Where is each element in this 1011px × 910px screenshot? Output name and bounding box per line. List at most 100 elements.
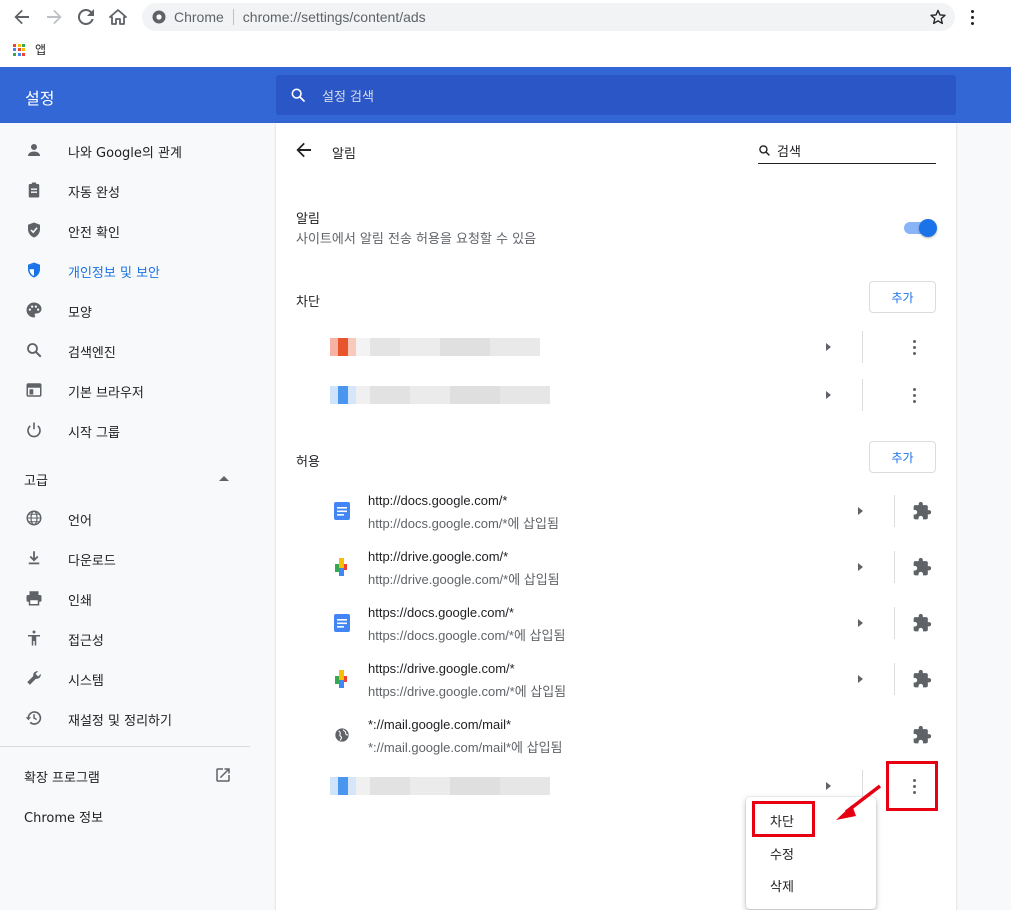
- puzzle-icon: [912, 725, 932, 745]
- add-allowed-button[interactable]: 추가: [869, 441, 936, 473]
- sidebar-item-autofill[interactable]: 자동 완성: [0, 170, 276, 210]
- docs-icon: [332, 501, 352, 521]
- sidebar-item-default-browser[interactable]: 기본 브라우저: [0, 370, 276, 410]
- back-arrow-icon: [296, 142, 311, 158]
- open-in-new-icon[interactable]: [214, 766, 232, 788]
- sidebar-item-label: 시스템: [68, 674, 104, 689]
- sidebar-item-system[interactable]: 시스템: [0, 658, 276, 698]
- bookmarks-bar: [0, 34, 1011, 67]
- sidebar-item-languages[interactable]: 언어: [0, 498, 276, 538]
- search-icon: [24, 340, 44, 360]
- palette-icon: [24, 300, 44, 320]
- browser-menu-button[interactable]: [960, 5, 984, 29]
- chevron-right-icon[interactable]: [826, 391, 831, 399]
- sidebar-item-label: 검색엔진: [68, 346, 116, 361]
- reload-button[interactable]: [74, 5, 98, 29]
- menu-item-edit[interactable]: 수정: [770, 844, 794, 863]
- chevron-right-icon[interactable]: [858, 507, 863, 515]
- sidebar-item-label: 재설정 및 정리하기: [68, 714, 172, 729]
- globe-icon: [332, 725, 352, 745]
- home-button[interactable]: [106, 5, 130, 29]
- notifications-option-title: 알림: [296, 212, 320, 227]
- row-divider: [894, 663, 895, 695]
- sidebar-item-downloads[interactable]: 다운로드: [0, 538, 276, 578]
- menu-item-remove[interactable]: 삭제: [770, 876, 794, 895]
- highlight-block-item: [752, 801, 815, 837]
- puzzle-icon: [912, 669, 932, 689]
- sidebar-item-accessibility[interactable]: 접근성: [0, 618, 276, 658]
- allowed-site-redacted[interactable]: [330, 777, 550, 795]
- sidebar-item-label: 인쇄: [68, 594, 92, 609]
- sidebar-item-search-engine[interactable]: 검색엔진: [0, 330, 276, 370]
- settings-sidebar: 나와 Google의 관계 자동 완성 안전 확인 개인정보 및 보안 모양 검…: [0, 123, 276, 910]
- sidebar-divider: [0, 746, 250, 747]
- person-icon: [24, 140, 44, 160]
- about-chrome-link[interactable]: Chrome 정보: [24, 807, 103, 826]
- search-icon: [291, 88, 305, 102]
- allowed-site-url: http://docs.google.com/*: [368, 493, 508, 508]
- forward-arrow-icon: [47, 9, 62, 25]
- clipboard-icon: [24, 180, 44, 200]
- sidebar-item-safety-check[interactable]: 안전 확인: [0, 210, 276, 250]
- download-icon: [24, 548, 44, 568]
- site-label: Chrome: [174, 9, 224, 25]
- shield-icon: [24, 260, 44, 280]
- back-arrow-icon: [14, 9, 29, 25]
- blocked-site-redacted[interactable]: [330, 338, 542, 356]
- allowed-site-url: https://docs.google.com/*: [368, 605, 514, 620]
- sidebar-item-on-startup[interactable]: 시작 그룹: [0, 410, 276, 450]
- sidebar-item-label: 다운로드: [68, 554, 116, 569]
- chevron-right-icon[interactable]: [826, 343, 831, 351]
- settings-search-box[interactable]: 설정 검색: [276, 75, 956, 115]
- star-icon: [930, 9, 946, 25]
- back-arrow-button[interactable]: [296, 142, 312, 162]
- more-actions-icon[interactable]: [912, 340, 916, 355]
- docs-icon: [332, 613, 352, 633]
- history-icon: [24, 708, 44, 728]
- notifications-toggle-knob[interactable]: [919, 219, 937, 237]
- browser-icon: [24, 380, 44, 400]
- page-search-input[interactable]: 검색: [758, 141, 936, 164]
- drive-icon: [332, 669, 352, 689]
- sidebar-item-reset[interactable]: 재설정 및 정리하기: [0, 698, 276, 738]
- browser-toolbar: Chrome chrome://settings/content/ads: [0, 0, 1011, 34]
- add-blocked-button[interactable]: 추가: [869, 281, 936, 313]
- allowed-site-embedded: *://mail.google.com/mail*에 삽입됨: [368, 740, 563, 755]
- chevron-right-icon[interactable]: [858, 563, 863, 571]
- globe-icon: [24, 508, 44, 528]
- allowed-section-label: 허용: [296, 455, 320, 470]
- sidebar-item-label: 나와 Google의 관계: [68, 146, 182, 161]
- blocked-site-redacted[interactable]: [330, 386, 550, 404]
- puzzle-icon: [912, 613, 932, 633]
- sidebar-item-label: 기본 브라우저: [68, 386, 144, 401]
- address-bar[interactable]: Chrome chrome://settings/content/ads: [142, 3, 955, 31]
- settings-search-placeholder: 설정 검색: [322, 89, 374, 105]
- row-divider: [894, 551, 895, 583]
- chevron-right-icon[interactable]: [858, 619, 863, 627]
- apps-shortcut[interactable]: 앱: [13, 41, 46, 58]
- more-actions-icon[interactable]: [912, 388, 916, 403]
- extensions-link[interactable]: 확장 프로그램: [24, 767, 100, 786]
- printer-icon: [24, 588, 44, 608]
- omnibox-separator: [232, 9, 234, 25]
- kebab-icon: [970, 9, 974, 25]
- chevron-right-icon[interactable]: [826, 782, 831, 790]
- back-button[interactable]: [10, 5, 34, 29]
- settings-header: 설정 설정 검색: [0, 67, 1011, 123]
- allowed-site-url: *://mail.google.com/mail*: [368, 717, 512, 732]
- accessibility-icon: [24, 628, 44, 648]
- sidebar-item-appearance[interactable]: 모양: [0, 290, 276, 330]
- sidebar-item-privacy-security[interactable]: 개인정보 및 보안: [0, 250, 276, 290]
- chevron-right-icon[interactable]: [858, 675, 863, 683]
- allowed-site-url: https://drive.google.com/*: [368, 661, 515, 676]
- row-divider: [894, 607, 895, 639]
- allowed-site-embedded: http://drive.google.com/*에 삽입됨: [368, 572, 560, 587]
- chevron-up-icon[interactable]: [219, 476, 229, 481]
- bookmark-star-button[interactable]: [926, 5, 950, 29]
- sidebar-item-you-and-google[interactable]: 나와 Google의 관계: [0, 130, 276, 170]
- sidebar-item-printing[interactable]: 인쇄: [0, 578, 276, 618]
- advanced-section-label[interactable]: 고급: [24, 470, 48, 489]
- settings-title: 설정: [25, 89, 55, 108]
- allowed-site-url: http://drive.google.com/*: [368, 549, 509, 564]
- forward-button[interactable]: [42, 5, 66, 29]
